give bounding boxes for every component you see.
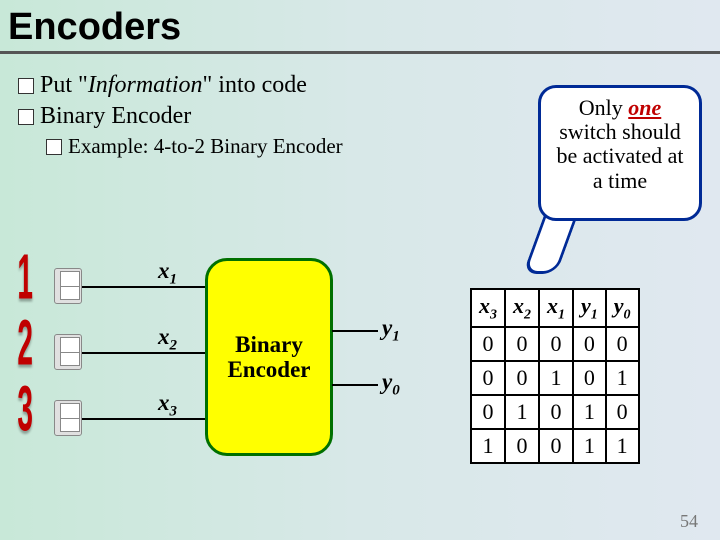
switch-icon [54, 334, 82, 370]
cell: 1 [606, 361, 639, 395]
table-row: 0 1 0 1 0 [471, 395, 639, 429]
table-row: 1 0 0 1 1 [471, 429, 639, 463]
table-row: 0 0 0 0 0 [471, 327, 639, 361]
y0-label: y0 [382, 369, 400, 400]
cell: 0 [573, 361, 606, 395]
cell: 0 [606, 395, 639, 429]
slide-title: Encoders [0, 0, 720, 54]
encoder-box: Binary Encoder [205, 258, 333, 456]
th-x1: x1 [539, 289, 573, 327]
cell: 0 [573, 327, 606, 361]
bullet-icon [46, 139, 62, 155]
wire [82, 418, 207, 420]
bullet-1-italic: Information [88, 72, 203, 98]
cell: 0 [505, 429, 539, 463]
th-x3: x3 [471, 289, 505, 327]
callout-box: Only one switch should be activated at a… [538, 85, 702, 221]
x2-label: x2 [158, 324, 177, 355]
wire [332, 330, 378, 332]
th-y1: y1 [573, 289, 606, 327]
bullet-3-text: Example: 4-to-2 Binary Encoder [68, 134, 343, 159]
switch-number-3: 3 [17, 375, 33, 447]
cell: 0 [471, 395, 505, 429]
encoder-diagram: 1 2 3 x1 x2 x3 Binary Encoder y1 y0 [50, 260, 450, 470]
bullet-icon [18, 78, 34, 94]
x1-label: x1 [158, 258, 177, 289]
truth-table: x3 x2 x1 y1 y0 0 0 0 0 0 0 0 1 0 1 0 1 0… [470, 288, 640, 464]
cell: 0 [539, 395, 573, 429]
switch-icon [54, 400, 82, 436]
cell: 0 [606, 327, 639, 361]
cell: 0 [505, 327, 539, 361]
cell: 1 [573, 429, 606, 463]
switch-icon [54, 268, 82, 304]
cell: 0 [539, 429, 573, 463]
x3-label: x3 [158, 390, 177, 421]
cell: 0 [539, 327, 573, 361]
th-y0: y0 [606, 289, 639, 327]
bullet-1-text-b: " into code [202, 72, 306, 98]
switch-number-1: 1 [17, 243, 33, 315]
callout-text-b: switch should be activated at a time [556, 119, 683, 192]
wire [82, 352, 207, 354]
cell: 0 [505, 361, 539, 395]
table-row: 0 0 1 0 1 [471, 361, 639, 395]
table-header-row: x3 x2 x1 y1 y0 [471, 289, 639, 327]
cell: 0 [471, 361, 505, 395]
cell: 1 [539, 361, 573, 395]
page-number: 54 [680, 511, 698, 532]
bullet-2-text: Binary Encoder [40, 103, 191, 130]
switch-number-2: 2 [17, 309, 33, 381]
cell: 1 [606, 429, 639, 463]
cell: 1 [573, 395, 606, 429]
y1-label: y1 [382, 315, 400, 346]
cell: 1 [505, 395, 539, 429]
bullet-icon [18, 109, 34, 125]
cell: 0 [471, 327, 505, 361]
wire [332, 384, 378, 386]
callout-text-a: Only [579, 95, 629, 120]
cell: 1 [471, 429, 505, 463]
bullet-1-text-a: Put " [40, 72, 88, 98]
th-x2: x2 [505, 289, 539, 327]
callout-emphasis: one [628, 95, 661, 120]
wire [82, 286, 207, 288]
